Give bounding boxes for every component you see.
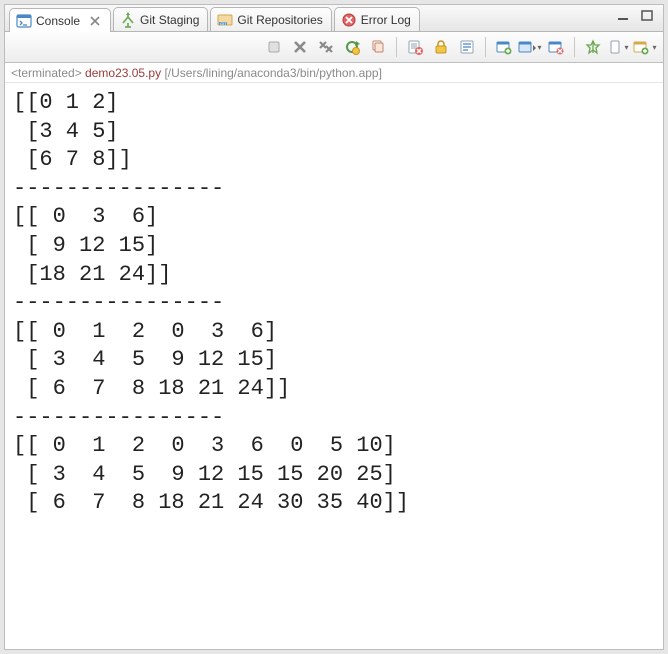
console-icon	[16, 13, 32, 29]
tab-error-log[interactable]: Error Log	[334, 7, 420, 31]
close-tab-icon[interactable]	[88, 14, 102, 28]
console-view-panel: Console Git Staging	[4, 4, 664, 650]
launch-status-line: <terminated> demo23.05.py [/Users/lining…	[5, 63, 663, 83]
status-title: demo23.05.py	[85, 66, 161, 80]
remove-all-terminated-icon[interactable]	[314, 35, 338, 59]
copy-output-icon[interactable]	[366, 35, 390, 59]
status-prefix: <terminated>	[11, 66, 85, 80]
console-output-text: [[0 1 2] [3 4 5] [6 7 8]] --------------…	[13, 89, 655, 518]
tab-console[interactable]: Console	[9, 8, 111, 32]
tab-label: Git Repositories	[237, 13, 322, 27]
maximize-view-icon[interactable]	[639, 9, 657, 23]
pin-console-icon[interactable]	[581, 35, 605, 59]
status-path: [/Users/lining/anaconda3/bin/python.app]	[161, 66, 382, 80]
console-toolbar: ▾ ▾	[5, 32, 663, 63]
display-selected-console-icon[interactable]: ▾	[518, 35, 542, 59]
chevron-down-icon: ▾	[537, 43, 541, 52]
console-output-area[interactable]: [[0 1 2] [3 4 5] [6 7 8]] --------------…	[5, 83, 663, 649]
minimize-view-icon[interactable]	[615, 9, 633, 23]
chevron-down-icon: ▾	[652, 43, 656, 52]
terminate-button[interactable]	[262, 35, 286, 59]
tab-label: Git Staging	[140, 13, 199, 27]
open-console-icon[interactable]	[492, 35, 516, 59]
word-wrap-icon[interactable]	[455, 35, 479, 59]
tab-git-repositories[interactable]: GIT Git Repositories	[210, 7, 331, 31]
tab-git-staging[interactable]: Git Staging	[113, 7, 208, 31]
toolbar-separator	[396, 37, 397, 57]
view-system-buttons	[615, 9, 657, 23]
scroll-lock-icon[interactable]	[429, 35, 453, 59]
toolbar-separator	[485, 37, 486, 57]
toolbar-separator	[574, 37, 575, 57]
console-settings-icon[interactable]: ▾	[607, 35, 631, 59]
git-repositories-icon: GIT	[217, 12, 233, 28]
clear-console-icon[interactable]	[403, 35, 427, 59]
chevron-down-icon: ▾	[624, 43, 628, 52]
tab-label: Console	[36, 14, 80, 28]
error-log-icon	[341, 12, 357, 28]
close-console-icon[interactable]	[544, 35, 568, 59]
remove-launch-icon[interactable]	[288, 35, 312, 59]
new-console-icon[interactable]: ▾	[633, 35, 657, 59]
restart-launch-icon[interactable]	[340, 35, 364, 59]
tab-label: Error Log	[361, 13, 411, 27]
git-staging-icon	[120, 12, 136, 28]
view-tabstrip: Console Git Staging	[5, 5, 663, 32]
svg-text:GIT: GIT	[220, 21, 227, 26]
